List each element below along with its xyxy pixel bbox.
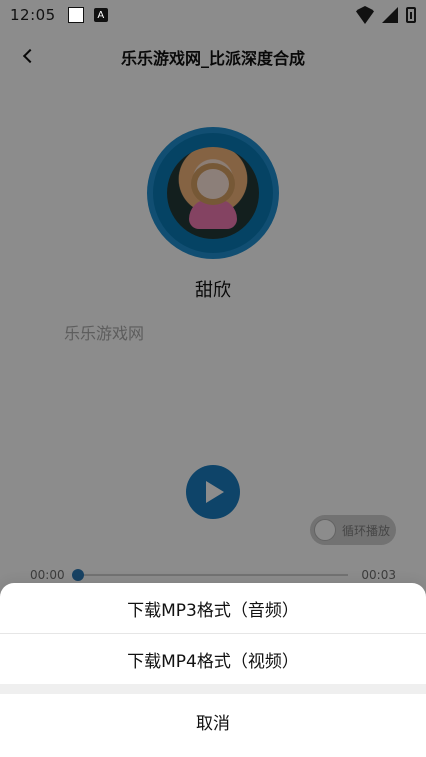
bottom-sheet: 下载MP3格式（音频） 下载MP4格式（视频） 取消 [0, 583, 426, 757]
download-mp4-option[interactable]: 下载MP4格式（视频） [0, 634, 426, 684]
a-badge-icon: A [93, 8, 108, 22]
sheet-gap [0, 684, 426, 694]
signal-icon [382, 7, 398, 23]
square-icon [67, 7, 84, 23]
cancel-button[interactable]: 取消 [0, 694, 426, 748]
status-time: 12:05 [10, 6, 56, 24]
player-screen: 12:05 A 乐乐游戏网_比派深度合成 甜欣 乐乐游戏网 循环播放 00:00… [0, 0, 426, 757]
status-bar: 12:05 A [0, 0, 426, 30]
download-mp3-option[interactable]: 下载MP3格式（音频） [0, 583, 426, 633]
status-right [356, 6, 416, 24]
wifi-icon [356, 6, 374, 24]
battery-icon [406, 7, 416, 23]
